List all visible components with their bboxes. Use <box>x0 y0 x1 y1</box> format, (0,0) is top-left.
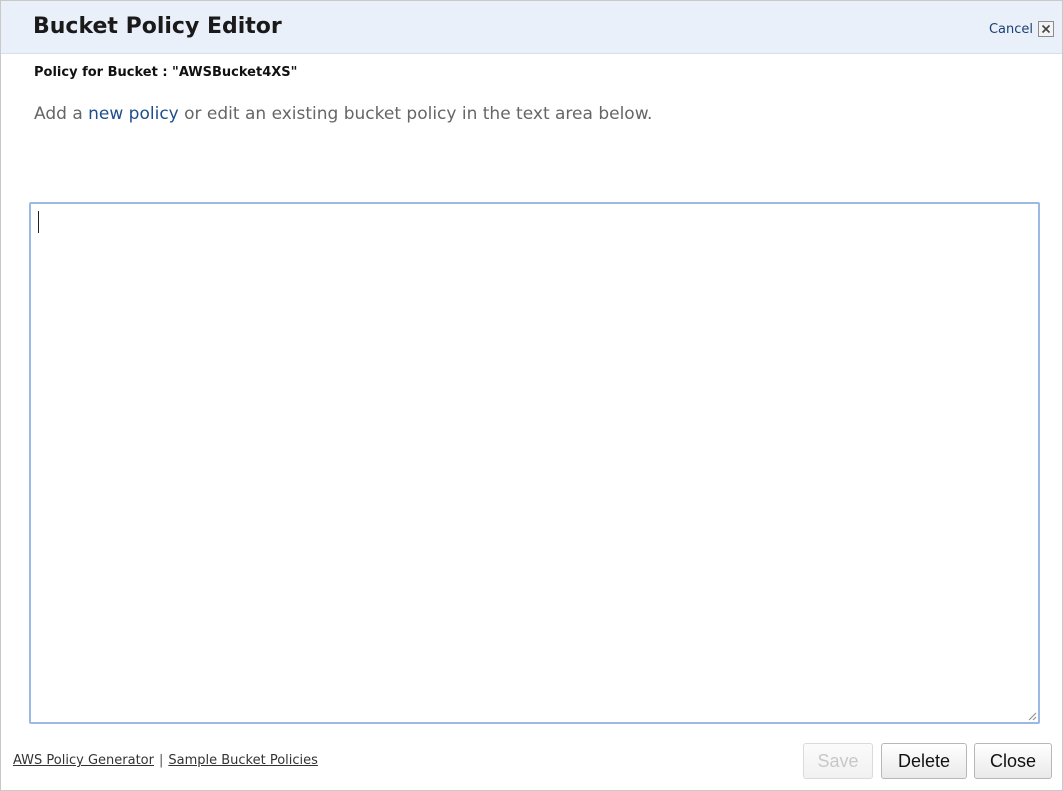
bucket-policy-editor-dialog: Bucket Policy Editor Cancel Policy for B… <box>0 0 1063 791</box>
footer-links: AWS Policy Generator | Sample Bucket Polic… <box>13 753 318 768</box>
bucket-label: Policy for Bucket : "AWSBucket4XS" <box>34 65 298 80</box>
text-caret <box>38 211 39 233</box>
dialog-title: Bucket Policy Editor <box>33 14 282 39</box>
title-bar: Bucket Policy Editor Cancel <box>1 1 1062 54</box>
cancel-link[interactable]: Cancel <box>989 22 1033 37</box>
aws-policy-generator-link[interactable]: AWS Policy Generator <box>13 753 154 768</box>
instruction-prefix: Add a <box>34 104 89 124</box>
resize-grip-icon[interactable] <box>1026 710 1037 721</box>
sample-bucket-policies-link[interactable]: Sample Bucket Policies <box>168 753 318 768</box>
close-button[interactable]: Close <box>974 743 1052 779</box>
policy-textarea[interactable] <box>29 202 1040 724</box>
delete-button[interactable]: Delete <box>881 743 967 779</box>
cancel-control: Cancel <box>989 19 1054 39</box>
instruction-suffix: or edit an existing bucket policy in the… <box>178 104 653 124</box>
new-policy-link[interactable]: new policy <box>88 104 179 124</box>
footer-separator: | <box>158 753 164 768</box>
instruction-text: Add a new policy or edit an existing buc… <box>34 104 652 124</box>
close-x-icon[interactable] <box>1038 21 1054 37</box>
save-button[interactable]: Save <box>803 743 873 779</box>
